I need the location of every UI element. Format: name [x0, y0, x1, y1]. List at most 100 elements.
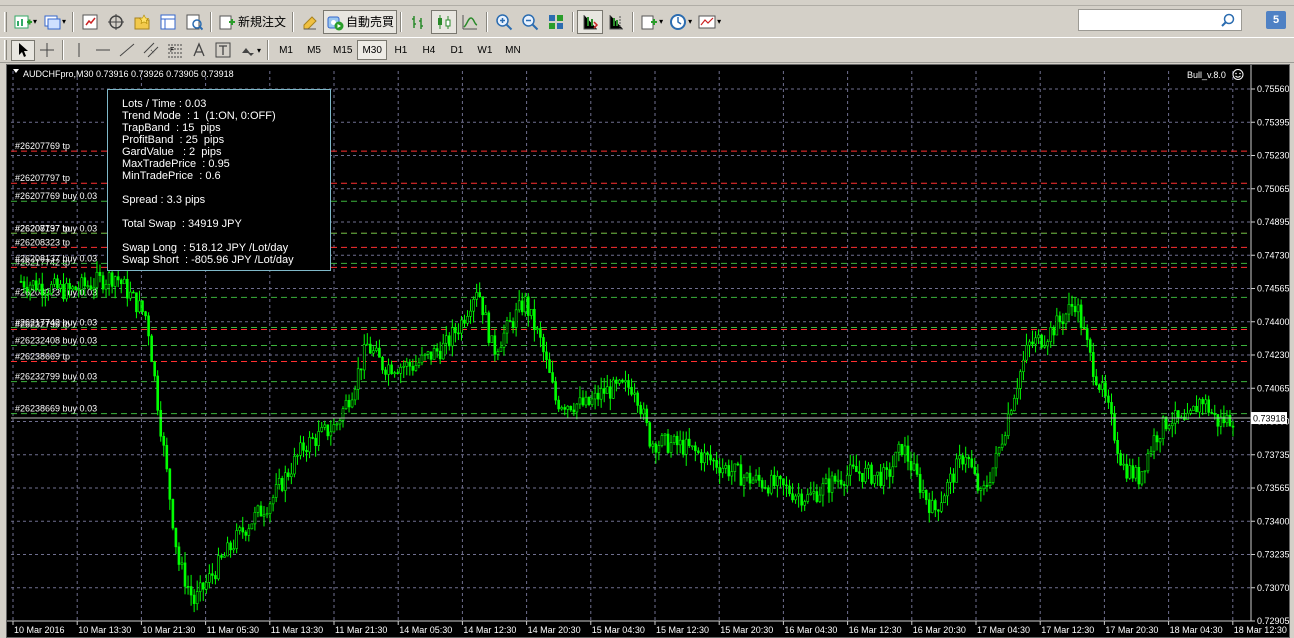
tile-windows-button[interactable]: [543, 10, 569, 34]
search-icon[interactable]: [1221, 13, 1235, 32]
market-watch-button[interactable]: [77, 10, 103, 34]
candle-body: [973, 466, 977, 475]
candle-body: [739, 464, 743, 486]
candle-body: [748, 472, 752, 484]
candle-body: [1137, 466, 1141, 485]
autoscroll-button[interactable]: [577, 9, 604, 34]
new-order-button[interactable]: 新規注文: [215, 10, 289, 34]
timeframe-m15[interactable]: M15: [328, 40, 357, 60]
candle-body: [530, 308, 533, 316]
toolbar-separator: [292, 11, 295, 32]
candle-body: [129, 291, 132, 299]
candle-body: [615, 379, 618, 384]
auto-trading-button[interactable]: 自動売買: [323, 9, 398, 34]
candle-body: [1119, 453, 1122, 466]
vertical-line-button[interactable]: [67, 40, 91, 61]
candle-body: [399, 366, 402, 374]
candle-body: [435, 348, 439, 352]
candle-body: [59, 283, 62, 289]
candle-body: [283, 472, 287, 491]
candle-body: [1070, 304, 1074, 307]
timeframe-d1[interactable]: D1: [443, 40, 471, 60]
text-button[interactable]: [187, 40, 211, 61]
zoom-out-button[interactable]: [517, 10, 543, 34]
timeframe-w1[interactable]: W1: [471, 40, 499, 60]
chart-shift-button[interactable]: [603, 10, 629, 34]
candle-body: [1034, 337, 1037, 345]
toolbar-grip[interactable]: [4, 40, 7, 60]
candle-body: [469, 310, 472, 317]
candle-body: [344, 400, 348, 410]
strategy-tester-button[interactable]: [181, 10, 207, 34]
timeframe-m30[interactable]: M30: [357, 40, 387, 60]
toolbar-separator: [72, 11, 75, 32]
fibonacci-button[interactable]: F: [163, 40, 187, 61]
candle-body: [621, 379, 624, 383]
horizontal-line-button[interactable]: [91, 40, 115, 61]
timeframe-mn[interactable]: MN: [499, 40, 527, 60]
toolbar-separator: [572, 11, 575, 32]
candle-body: [432, 348, 436, 360]
data-window-button[interactable]: [103, 10, 129, 34]
terminal-button[interactable]: [155, 10, 181, 34]
candle-body: [788, 485, 791, 495]
profiles-button[interactable]: ▾: [40, 10, 69, 34]
crosshair-button[interactable]: [35, 40, 59, 61]
templates-button[interactable]: ▾: [695, 10, 724, 34]
candle-body: [144, 311, 147, 317]
search-box[interactable]: [1078, 9, 1242, 31]
candle-body: [463, 319, 466, 324]
candle-body: [548, 359, 551, 373]
candle-body: [712, 459, 715, 462]
candle-body: [1098, 384, 1101, 390]
candle-body: [724, 465, 728, 469]
candle-body: [89, 285, 93, 290]
candle-body: [223, 555, 226, 558]
timeframe-m1[interactable]: M1: [272, 40, 300, 60]
candle-body: [1204, 399, 1207, 405]
candle-body: [542, 337, 545, 353]
candle-body: [967, 456, 971, 460]
text-label-button[interactable]: [211, 40, 235, 61]
candle-body: [551, 372, 554, 383]
indicators-button[interactable]: ▾: [637, 10, 666, 34]
candle-body: [138, 300, 141, 313]
candle-body: [760, 480, 764, 488]
candle-body: [204, 582, 208, 590]
toolbar-grip[interactable]: [4, 11, 7, 32]
navigator-icon: [133, 13, 151, 31]
x-tick-label: 14 Mar 20:30: [528, 625, 581, 635]
chart-shift-icon: [607, 13, 625, 31]
candle-body: [672, 435, 676, 443]
chart-window[interactable]: 0.75560 0.75395 0.75230 0.75065 0.74895 0.747…: [6, 64, 1290, 638]
zoom-in-button[interactable]: [491, 10, 517, 34]
timeframe-h4[interactable]: H4: [415, 40, 443, 60]
candle-body: [1216, 414, 1220, 427]
candle-body: [648, 422, 652, 447]
notification-badge[interactable]: 5: [1266, 11, 1286, 29]
metaeditor-button[interactable]: [297, 10, 323, 34]
candle-body: [888, 469, 892, 477]
candle-body: [700, 452, 703, 464]
bar-chart-button[interactable]: [405, 10, 431, 34]
candlestick-button[interactable]: [431, 9, 458, 34]
candle-body: [642, 408, 646, 415]
candle-body: [533, 308, 536, 331]
y-tick-label: 0.75395: [1257, 117, 1289, 127]
cursor-button[interactable]: [11, 39, 35, 61]
candle-body: [171, 499, 175, 529]
candle-body: [1177, 410, 1180, 419]
search-input[interactable]: [1082, 11, 1212, 29]
navigator-button[interactable]: [129, 10, 155, 34]
timeframe-m5[interactable]: M5: [300, 40, 328, 60]
line-chart-button[interactable]: [457, 10, 483, 34]
trendline-button[interactable]: [115, 40, 139, 61]
periods-button[interactable]: ▾: [666, 10, 695, 34]
arrows-button[interactable]: ▾: [235, 40, 264, 61]
timeframe-h1[interactable]: H1: [387, 40, 415, 60]
equidistant-channel-button[interactable]: [139, 40, 163, 61]
candle-body: [927, 499, 931, 513]
candle-body: [1052, 327, 1056, 336]
new-chart-button[interactable]: ▾: [11, 10, 40, 34]
candle-body: [976, 473, 980, 491]
